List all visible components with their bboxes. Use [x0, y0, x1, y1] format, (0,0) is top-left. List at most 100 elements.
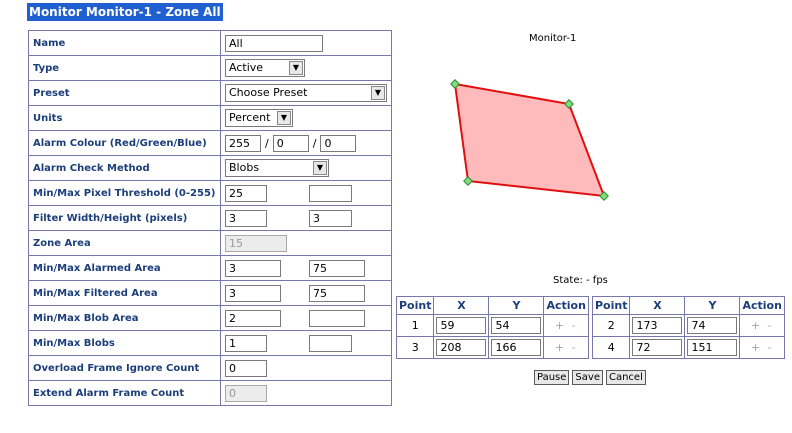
save-button[interactable]: Save	[572, 370, 603, 385]
point-y-input[interactable]: 74	[687, 317, 738, 334]
filter-label: Filter Width/Height (pixels)	[28, 205, 221, 231]
filter-width-input[interactable]: 3	[225, 209, 267, 227]
action-buttons: Pause Save Cancel	[534, 370, 646, 385]
units-select-value: Percent	[229, 111, 271, 124]
filtered-area-label: Min/Max Filtered Area	[28, 280, 221, 306]
points-header-x: X	[629, 296, 686, 315]
point-number: 4	[591, 336, 631, 359]
zone-polygon-preview[interactable]	[440, 70, 630, 210]
points-header-point: Point	[395, 296, 435, 315]
points-table-left: Point X Y Action 1 59 54 + -3 208 166 + -	[395, 296, 589, 359]
zone-area-label: Zone Area	[28, 230, 221, 256]
chevron-down-icon: ▼	[277, 111, 291, 125]
row-filtered-area: Min/Max Filtered Area 3 75	[28, 280, 392, 306]
points-table-right: Point X Y Action 2 173 74 + -4 72 151 + -	[591, 296, 785, 359]
name-label: Name	[28, 30, 221, 56]
colour-separator: /	[265, 136, 269, 150]
chevron-down-icon: ▼	[313, 161, 327, 175]
points-header-y: Y	[684, 296, 741, 315]
type-label: Type	[28, 55, 221, 81]
blob-area-min-input[interactable]: 2	[225, 309, 281, 327]
check-method-label: Alarm Check Method	[28, 155, 221, 181]
point-x-cell: 59	[433, 314, 490, 337]
blobs-min-input[interactable]: 1	[225, 334, 267, 352]
chevron-down-icon: ▼	[289, 61, 303, 75]
row-blobs: Min/Max Blobs 1	[28, 330, 392, 356]
overload-input[interactable]: 0	[225, 359, 267, 377]
row-pixel-threshold: Min/Max Pixel Threshold (0-255) 25	[28, 180, 392, 206]
preset-select-value: Choose Preset	[229, 86, 308, 99]
row-name: Name All	[28, 30, 392, 56]
blob-area-max-input[interactable]	[309, 309, 365, 327]
extend-input: 0	[225, 384, 267, 402]
point-y-input[interactable]: 151	[687, 339, 738, 356]
point-x-cell: 173	[629, 314, 686, 337]
pixel-threshold-label: Min/Max Pixel Threshold (0-255)	[28, 180, 221, 206]
filtered-min-input[interactable]: 3	[225, 284, 281, 302]
page-title: Monitor Monitor-1 - Zone All	[27, 3, 223, 21]
filtered-max-input[interactable]: 75	[309, 284, 365, 302]
point-x-input[interactable]: 59	[436, 317, 487, 334]
zone-area-input: 15	[225, 234, 287, 252]
row-extend: Extend Alarm Frame Count 0	[28, 380, 392, 406]
colour-green-input[interactable]: 0	[272, 134, 309, 152]
points-header-y: Y	[488, 296, 545, 315]
row-units: Units Percent ▼	[28, 105, 392, 131]
point-y-cell: 74	[684, 314, 741, 337]
pixel-min-input[interactable]: 25	[225, 184, 267, 202]
point-y-cell: 151	[684, 336, 741, 359]
point-action[interactable]: + -	[739, 336, 785, 359]
preset-select[interactable]: Choose Preset ▼	[225, 84, 387, 102]
colour-label: Alarm Colour (Red/Green/Blue)	[28, 130, 221, 156]
point-row: 3 208 166 + -	[395, 336, 589, 359]
type-select-value: Active	[229, 61, 264, 74]
colour-red-input[interactable]: 255	[225, 134, 261, 152]
zone-settings-table: Name All Type Active ▼ Preset Choose Pres…	[28, 30, 392, 406]
point-x-input[interactable]: 208	[436, 339, 487, 356]
units-select[interactable]: Percent ▼	[225, 109, 293, 127]
point-y-input[interactable]: 166	[491, 339, 542, 356]
row-check-method: Alarm Check Method Blobs ▼	[28, 155, 392, 181]
pause-button[interactable]: Pause	[534, 370, 570, 385]
pixel-max-input[interactable]	[309, 184, 352, 202]
row-blob-area: Min/Max Blob Area 2	[28, 305, 392, 331]
points-header-point: Point	[591, 296, 631, 315]
alarmed-min-input[interactable]: 3	[225, 259, 281, 277]
point-x-cell: 72	[629, 336, 686, 359]
row-filter: Filter Width/Height (pixels) 3 3	[28, 205, 392, 231]
preview-title: Monitor-1	[529, 33, 577, 44]
point-x-cell: 208	[433, 336, 490, 359]
check-method-select[interactable]: Blobs ▼	[225, 159, 329, 177]
points-header-action: Action	[543, 296, 589, 315]
point-action[interactable]: + -	[543, 336, 589, 359]
alarmed-max-input[interactable]: 75	[309, 259, 365, 277]
point-number: 2	[591, 314, 631, 337]
point-number: 1	[395, 314, 435, 337]
name-input[interactable]: All	[225, 34, 323, 52]
row-type: Type Active ▼	[28, 55, 392, 81]
point-y-input[interactable]: 54	[491, 317, 542, 334]
points-header-action: Action	[739, 296, 785, 315]
blobs-label: Min/Max Blobs	[28, 330, 221, 356]
row-zone-area: Zone Area 15	[28, 230, 392, 256]
state-readout: State: - fps	[553, 275, 608, 286]
point-action[interactable]: + -	[739, 314, 785, 337]
zone-polygon[interactable]	[453, 82, 606, 198]
type-select[interactable]: Active ▼	[225, 59, 305, 77]
point-x-input[interactable]: 72	[632, 339, 683, 356]
cancel-button[interactable]: Cancel	[605, 370, 646, 385]
colour-blue-input[interactable]: 0	[320, 134, 357, 152]
filter-height-input[interactable]: 3	[309, 209, 352, 227]
point-action[interactable]: + -	[543, 314, 589, 337]
check-method-value: Blobs	[229, 161, 260, 174]
blob-area-label: Min/Max Blob Area	[28, 305, 221, 331]
extend-label: Extend Alarm Frame Count	[28, 380, 221, 406]
point-row: 2 173 74 + -	[591, 314, 785, 337]
points-header-x: X	[433, 296, 490, 315]
point-y-cell: 54	[488, 314, 545, 337]
blobs-max-input[interactable]	[309, 334, 352, 352]
units-label: Units	[28, 105, 221, 131]
point-x-input[interactable]: 173	[632, 317, 683, 334]
point-row: 1 59 54 + -	[395, 314, 589, 337]
preset-label: Preset	[28, 80, 221, 106]
